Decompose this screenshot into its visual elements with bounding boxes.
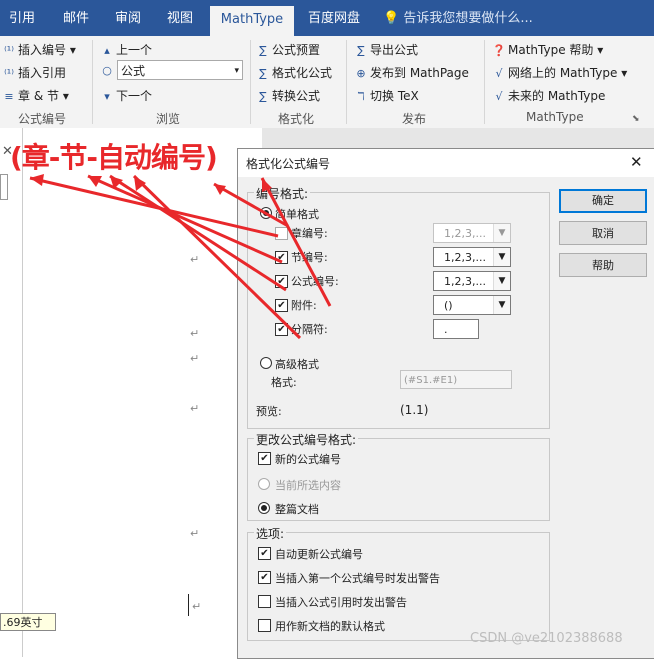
annotation-arrow xyxy=(29,176,279,238)
annotation-arrowhead xyxy=(262,178,272,192)
annotation-arrow xyxy=(260,177,332,307)
annotation-arrows xyxy=(29,174,332,340)
annotation-arrow xyxy=(87,174,283,264)
watermark: CSDN @ve2102388688 xyxy=(470,631,623,646)
annotation-arrowhead xyxy=(134,176,146,191)
